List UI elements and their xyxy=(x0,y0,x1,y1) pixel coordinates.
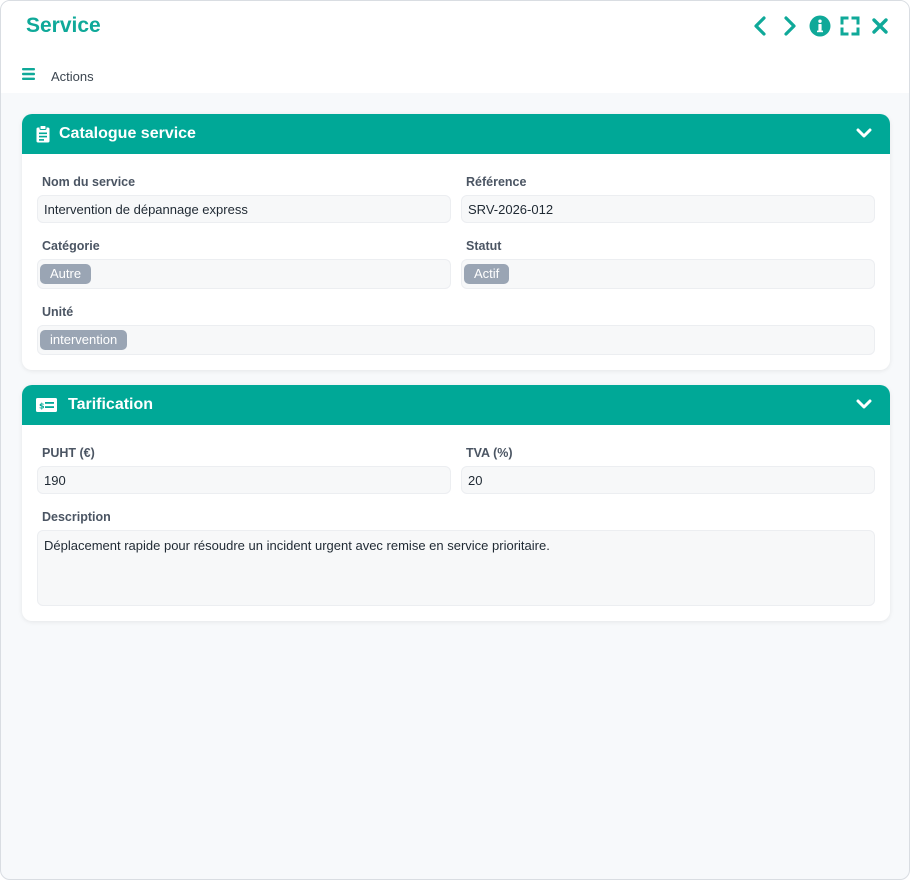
tarification-header[interactable]: $ Tarification xyxy=(22,385,890,425)
puht-field[interactable]: 190 xyxy=(37,466,451,494)
service-window: Service Actions Catalogue service Nom du… xyxy=(0,0,910,880)
reference-field[interactable]: SRV-2026-012 xyxy=(461,195,875,223)
close-icon[interactable] xyxy=(869,14,891,38)
nom-service-value: Intervention de dépannage express xyxy=(44,201,248,217)
catalogue-service-panel: Catalogue service Nom du service Interve… xyxy=(22,114,890,370)
statut-tag: Actif xyxy=(464,264,510,284)
chevron-down-icon[interactable] xyxy=(856,397,872,415)
window-controls xyxy=(749,14,891,38)
tva-label: TVA (%) xyxy=(466,446,513,460)
puht-value: 190 xyxy=(44,472,66,488)
clipboard-icon xyxy=(36,125,50,143)
actions-label: Actions xyxy=(51,68,94,84)
statut-label: Statut xyxy=(466,239,502,253)
unite-tag: intervention xyxy=(40,330,128,350)
description-value: Déplacement rapide pour résoudre un inci… xyxy=(44,538,550,553)
tva-value: 20 xyxy=(468,472,483,488)
money-check-icon: $ xyxy=(36,398,57,412)
description-label: Description xyxy=(42,510,111,524)
unite-field[interactable]: intervention xyxy=(37,325,875,355)
hamburger-menu-icon xyxy=(22,67,35,85)
svg-text:$: $ xyxy=(39,402,45,411)
actions-menu-button[interactable]: Actions xyxy=(22,67,94,85)
tarification-title: Tarification xyxy=(68,396,154,413)
description-textarea[interactable]: Déplacement rapide pour résoudre un inci… xyxy=(37,530,875,606)
catalogue-service-header[interactable]: Catalogue service xyxy=(22,114,890,154)
categorie-field[interactable]: Autre xyxy=(37,259,451,289)
categorie-tag: Autre xyxy=(40,264,92,284)
chevron-down-icon[interactable] xyxy=(856,126,872,144)
statut-field[interactable]: Actif xyxy=(461,259,875,289)
nom-service-label: Nom du service xyxy=(42,175,136,189)
puht-label: PUHT (€) xyxy=(42,446,95,460)
chevron-left-icon[interactable] xyxy=(749,14,771,38)
info-icon[interactable] xyxy=(809,14,831,38)
tva-field[interactable]: 20 xyxy=(461,466,875,494)
categorie-label: Catégorie xyxy=(42,239,100,253)
tarification-panel: $ Tarification PUHT (€) 190 TVA (%) 20 D… xyxy=(22,385,890,621)
reference-label: Référence xyxy=(466,175,527,189)
title-bar: Service Actions xyxy=(1,1,909,93)
nom-service-field[interactable]: Intervention de dépannage express xyxy=(37,195,451,223)
window-title: Service xyxy=(26,14,101,37)
catalogue-service-title: Catalogue service xyxy=(59,125,196,142)
unite-label: Unité xyxy=(42,305,74,319)
expand-icon[interactable] xyxy=(839,14,861,38)
reference-value: SRV-2026-012 xyxy=(468,201,554,217)
chevron-right-icon[interactable] xyxy=(779,14,801,38)
